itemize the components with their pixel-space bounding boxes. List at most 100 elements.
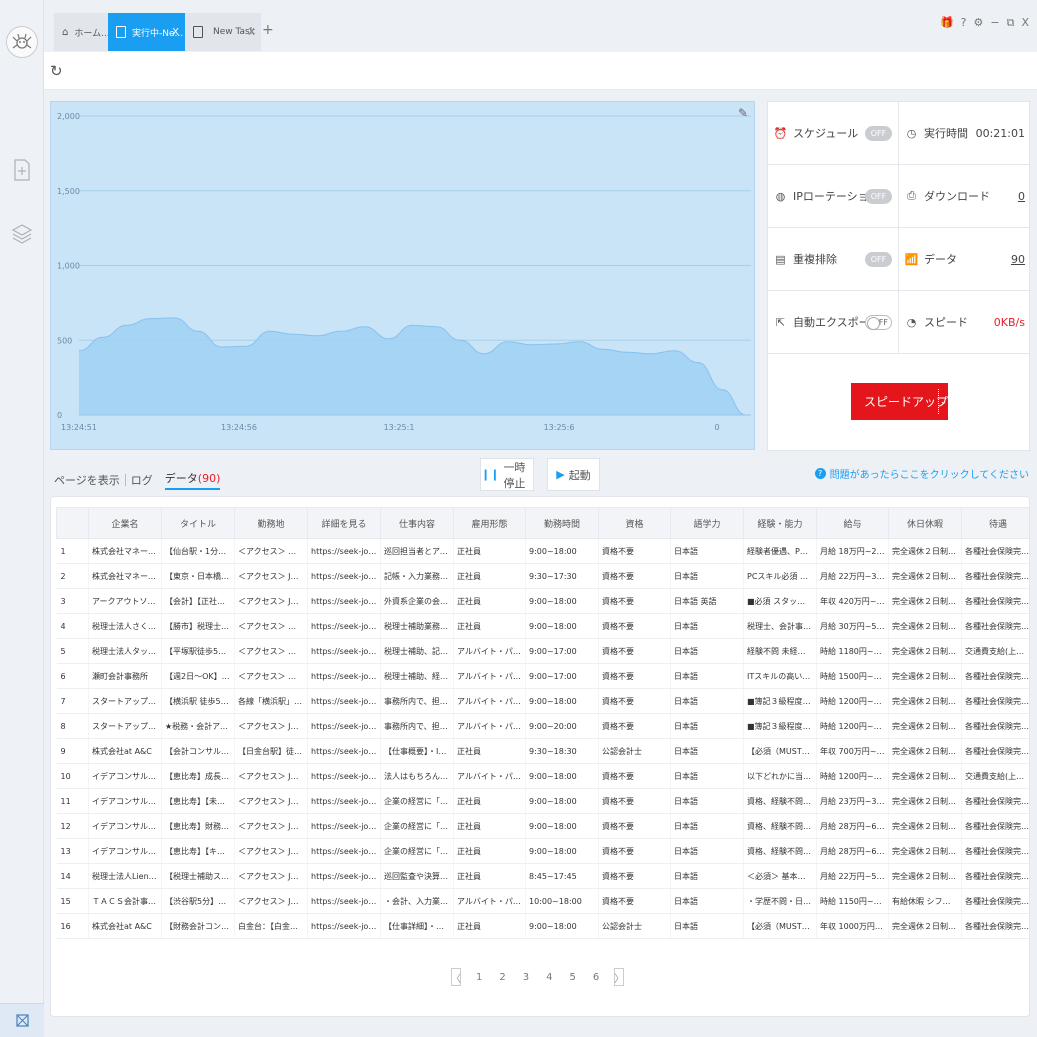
table-row[interactable]: 9株式会社at A&C【会計コンサルタン...【日金台駅】徒歩5分...http… xyxy=(56,738,1029,764)
download-stat: ⎙ ダウンロード 0 xyxy=(899,165,1031,227)
table-row[interactable]: 6瀬町会計事務所【週2日～OK】経理...＜アクセス＞ 有楽町...https:… xyxy=(56,663,1029,689)
column-header[interactable]: 勤務地 xyxy=(234,507,308,539)
column-header[interactable]: 経験・能力 xyxy=(743,507,817,539)
column-header[interactable] xyxy=(56,507,89,539)
page-number[interactable]: 5 xyxy=(570,972,576,983)
table-row[interactable]: 15ＴＡＣＳ会計事務所【渋谷駅5分】会計ア...＜アクセス＞ JR「渋...ht… xyxy=(56,888,1029,914)
table-cell: 各種社会保険完備 交... xyxy=(961,913,1029,939)
table-row[interactable]: 16株式会社at A&C【財務会計コンサル...白金台：【白金台駅...http… xyxy=(56,913,1029,939)
speed-value: 0KB/s xyxy=(993,315,1025,329)
refresh-icon[interactable]: ↻ xyxy=(50,62,63,80)
window-controls: 🎁 ? ⚙ − ⧉ X xyxy=(940,16,1029,30)
table-cell: 日本語 英語 xyxy=(670,588,744,614)
restore-button[interactable]: ⧉ xyxy=(1007,16,1015,30)
layers-icon[interactable] xyxy=(10,222,34,246)
table-cell: ■簿記３級程度の知... xyxy=(743,713,817,739)
help-icon[interactable]: ? xyxy=(961,16,967,30)
table-cell: 各種社会保険完備 交... xyxy=(961,738,1029,764)
ip-rotation-toggle[interactable]: OFF xyxy=(865,188,892,204)
pencil-icon[interactable]: ✎ xyxy=(738,106,748,120)
table-cell: 【必須（MUST）】... xyxy=(743,738,817,764)
tab-show-page[interactable]: ページを表示 xyxy=(54,472,120,488)
table-row[interactable]: 2株式会社マネージポ...【東京・日本橋】税...＜アクセス＞ JR総武...h… xyxy=(56,563,1029,589)
table-cell: 日本語 xyxy=(670,663,744,689)
table-row[interactable]: 4税理士法人さくらゲ...【勝市】税理士補助...＜アクセス＞ 京浜東...ht… xyxy=(56,613,1029,639)
tab-running[interactable]: 実行中-Ne... X xyxy=(108,13,185,51)
x-tick-label: 13:24:51 xyxy=(61,423,97,432)
table-cell: ＴＡＣＳ会計事務所 xyxy=(88,888,162,914)
collapse-icon[interactable] xyxy=(0,1003,44,1037)
column-header[interactable]: タイトル xyxy=(161,507,235,539)
table-row[interactable]: 12イデアコンサルティ...【恵比寿】財務コン...＜アクセス＞ JR線「...… xyxy=(56,813,1029,839)
table-cell: 資格不要 xyxy=(598,763,671,789)
data-value[interactable]: 90 xyxy=(1011,253,1025,266)
table-row[interactable]: 1株式会社マネージポ...【仙台駅・1分】【正...＜アクセス＞ 仙台駅...h… xyxy=(56,538,1029,564)
table-row[interactable]: 13イデアコンサルティ...【恵比寿】【キャリ...＜アクセス＞ JR線「...… xyxy=(56,838,1029,864)
table-row[interactable]: 14税理士法人LienFort【税理士補助スタッ...＜アクセス＞ JR山手..… xyxy=(56,863,1029,889)
page-number[interactable]: 4 xyxy=(546,972,552,983)
tab-close-button[interactable]: X xyxy=(172,27,179,38)
auto-export-toggle[interactable]: OFF xyxy=(865,314,892,330)
schedule-setting: ⏰ スケジュール OFF xyxy=(768,102,899,164)
tab-log[interactable]: ログ xyxy=(131,472,153,488)
page-number[interactable]: 6 xyxy=(593,972,599,983)
tab-data[interactable]: データ(90) xyxy=(164,470,221,490)
column-header[interactable]: 休日休暇 xyxy=(888,507,962,539)
tab-close-button[interactable]: X xyxy=(248,27,255,38)
table-cell: 11 xyxy=(56,788,89,814)
dedupe-toggle[interactable]: OFF xyxy=(865,251,892,267)
gift-icon[interactable]: 🎁 xyxy=(940,16,954,30)
table-row[interactable]: 10イデアコンサルティ...【恵比寿】成長を実...＜アクセス＞ JR線「...… xyxy=(56,763,1029,789)
speed-stat: ◔ スピード 0KB/s xyxy=(899,291,1031,353)
new-task-icon[interactable] xyxy=(10,158,34,182)
table-row[interactable]: 8スタートアップ税理...★税務・会計アシス...＜アクセス＞ JR各線...h… xyxy=(56,713,1029,739)
dedupe-icon: ▤ xyxy=(775,252,786,266)
table-row[interactable]: 3アークアウトソーシ...【会計】【正社員】...＜アクセス＞ JR山手...h… xyxy=(56,588,1029,614)
pause-button[interactable]: ❙❙ 一時停止 xyxy=(480,458,534,491)
table-cell: 完全週休２日制度(土... xyxy=(888,813,962,839)
table-cell: https://seek-job.jp/det... xyxy=(307,738,381,764)
column-header[interactable]: 資格 xyxy=(598,507,671,539)
table-cell: 資格不要 xyxy=(598,713,671,739)
start-button[interactable]: ▶ 起動 xyxy=(547,458,600,491)
table-cell: 税理士、会計事務所... xyxy=(743,613,817,639)
column-header[interactable]: 企業名 xyxy=(88,507,162,539)
column-header[interactable]: 詳細を見る xyxy=(307,507,381,539)
page-number[interactable]: 2 xyxy=(499,972,505,983)
tab-home[interactable]: ⌂ ホーム... xyxy=(54,13,108,51)
settings-icon[interactable]: ⚙ xyxy=(974,16,984,30)
table-cell: 巡回監査や決算・申... xyxy=(380,863,454,889)
table-row[interactable]: 7スタートアップ税理...【横浜駅 徒歩5分】...各線「横浜駅」から...ht… xyxy=(56,688,1029,714)
table-cell: 税理士補助、記帳・... xyxy=(380,638,454,664)
table-cell: 各種社会保険完備 交... xyxy=(961,563,1029,589)
minimize-button[interactable]: − xyxy=(990,16,999,30)
help-text: 問題があったらここをクリックしてください xyxy=(829,470,1029,481)
table-row[interactable]: 5税理士法人タックス...【平塚駅徒歩5分】バ...＜アクセス＞ ＪＲ東...h… xyxy=(56,638,1029,664)
column-header[interactable]: 語学力 xyxy=(670,507,744,539)
column-header[interactable]: 待遇 xyxy=(961,507,1029,539)
page-number[interactable]: 3 xyxy=(523,972,529,983)
close-button[interactable]: X xyxy=(1021,16,1029,30)
table-row[interactable]: 11イデアコンサルティ...【恵比寿】【未経験...＜アクセス＞ JR線「...… xyxy=(56,788,1029,814)
add-tab-button[interactable]: + xyxy=(262,22,274,38)
help-link[interactable]: ? 問題があったらここをクリックしてください xyxy=(814,466,1029,481)
page-number[interactable]: 1 xyxy=(476,972,482,983)
table-cell: 以下どれかに当ては... xyxy=(743,763,817,789)
table-cell: 9:30~18:30 xyxy=(525,738,599,764)
speed-up-button[interactable]: スピードアップ ⌄ xyxy=(851,383,948,420)
table-cell: ＜アクセス＞ JR線「... xyxy=(234,813,308,839)
column-header[interactable]: 仕事内容 xyxy=(380,507,454,539)
schedule-toggle[interactable]: OFF xyxy=(865,125,892,141)
next-page-button[interactable]: 〉 xyxy=(614,968,625,986)
column-header[interactable]: 雇用形態 xyxy=(453,507,526,539)
tab-new-task[interactable]: New Task X xyxy=(185,13,261,51)
app-logo-icon[interactable] xyxy=(6,26,38,58)
download-value[interactable]: 0 xyxy=(1018,190,1025,203)
table-cell: 資格、経験不問（税... xyxy=(743,813,817,839)
table-cell: 完全週休２日制度(土... xyxy=(888,788,962,814)
prev-page-button[interactable]: 〈 xyxy=(451,968,461,986)
column-header[interactable]: 給与 xyxy=(816,507,889,539)
column-header[interactable]: 勤務時間 xyxy=(525,507,599,539)
chevron-down-icon[interactable]: ⌄ xyxy=(938,389,948,414)
table-cell: 1 xyxy=(56,538,89,564)
